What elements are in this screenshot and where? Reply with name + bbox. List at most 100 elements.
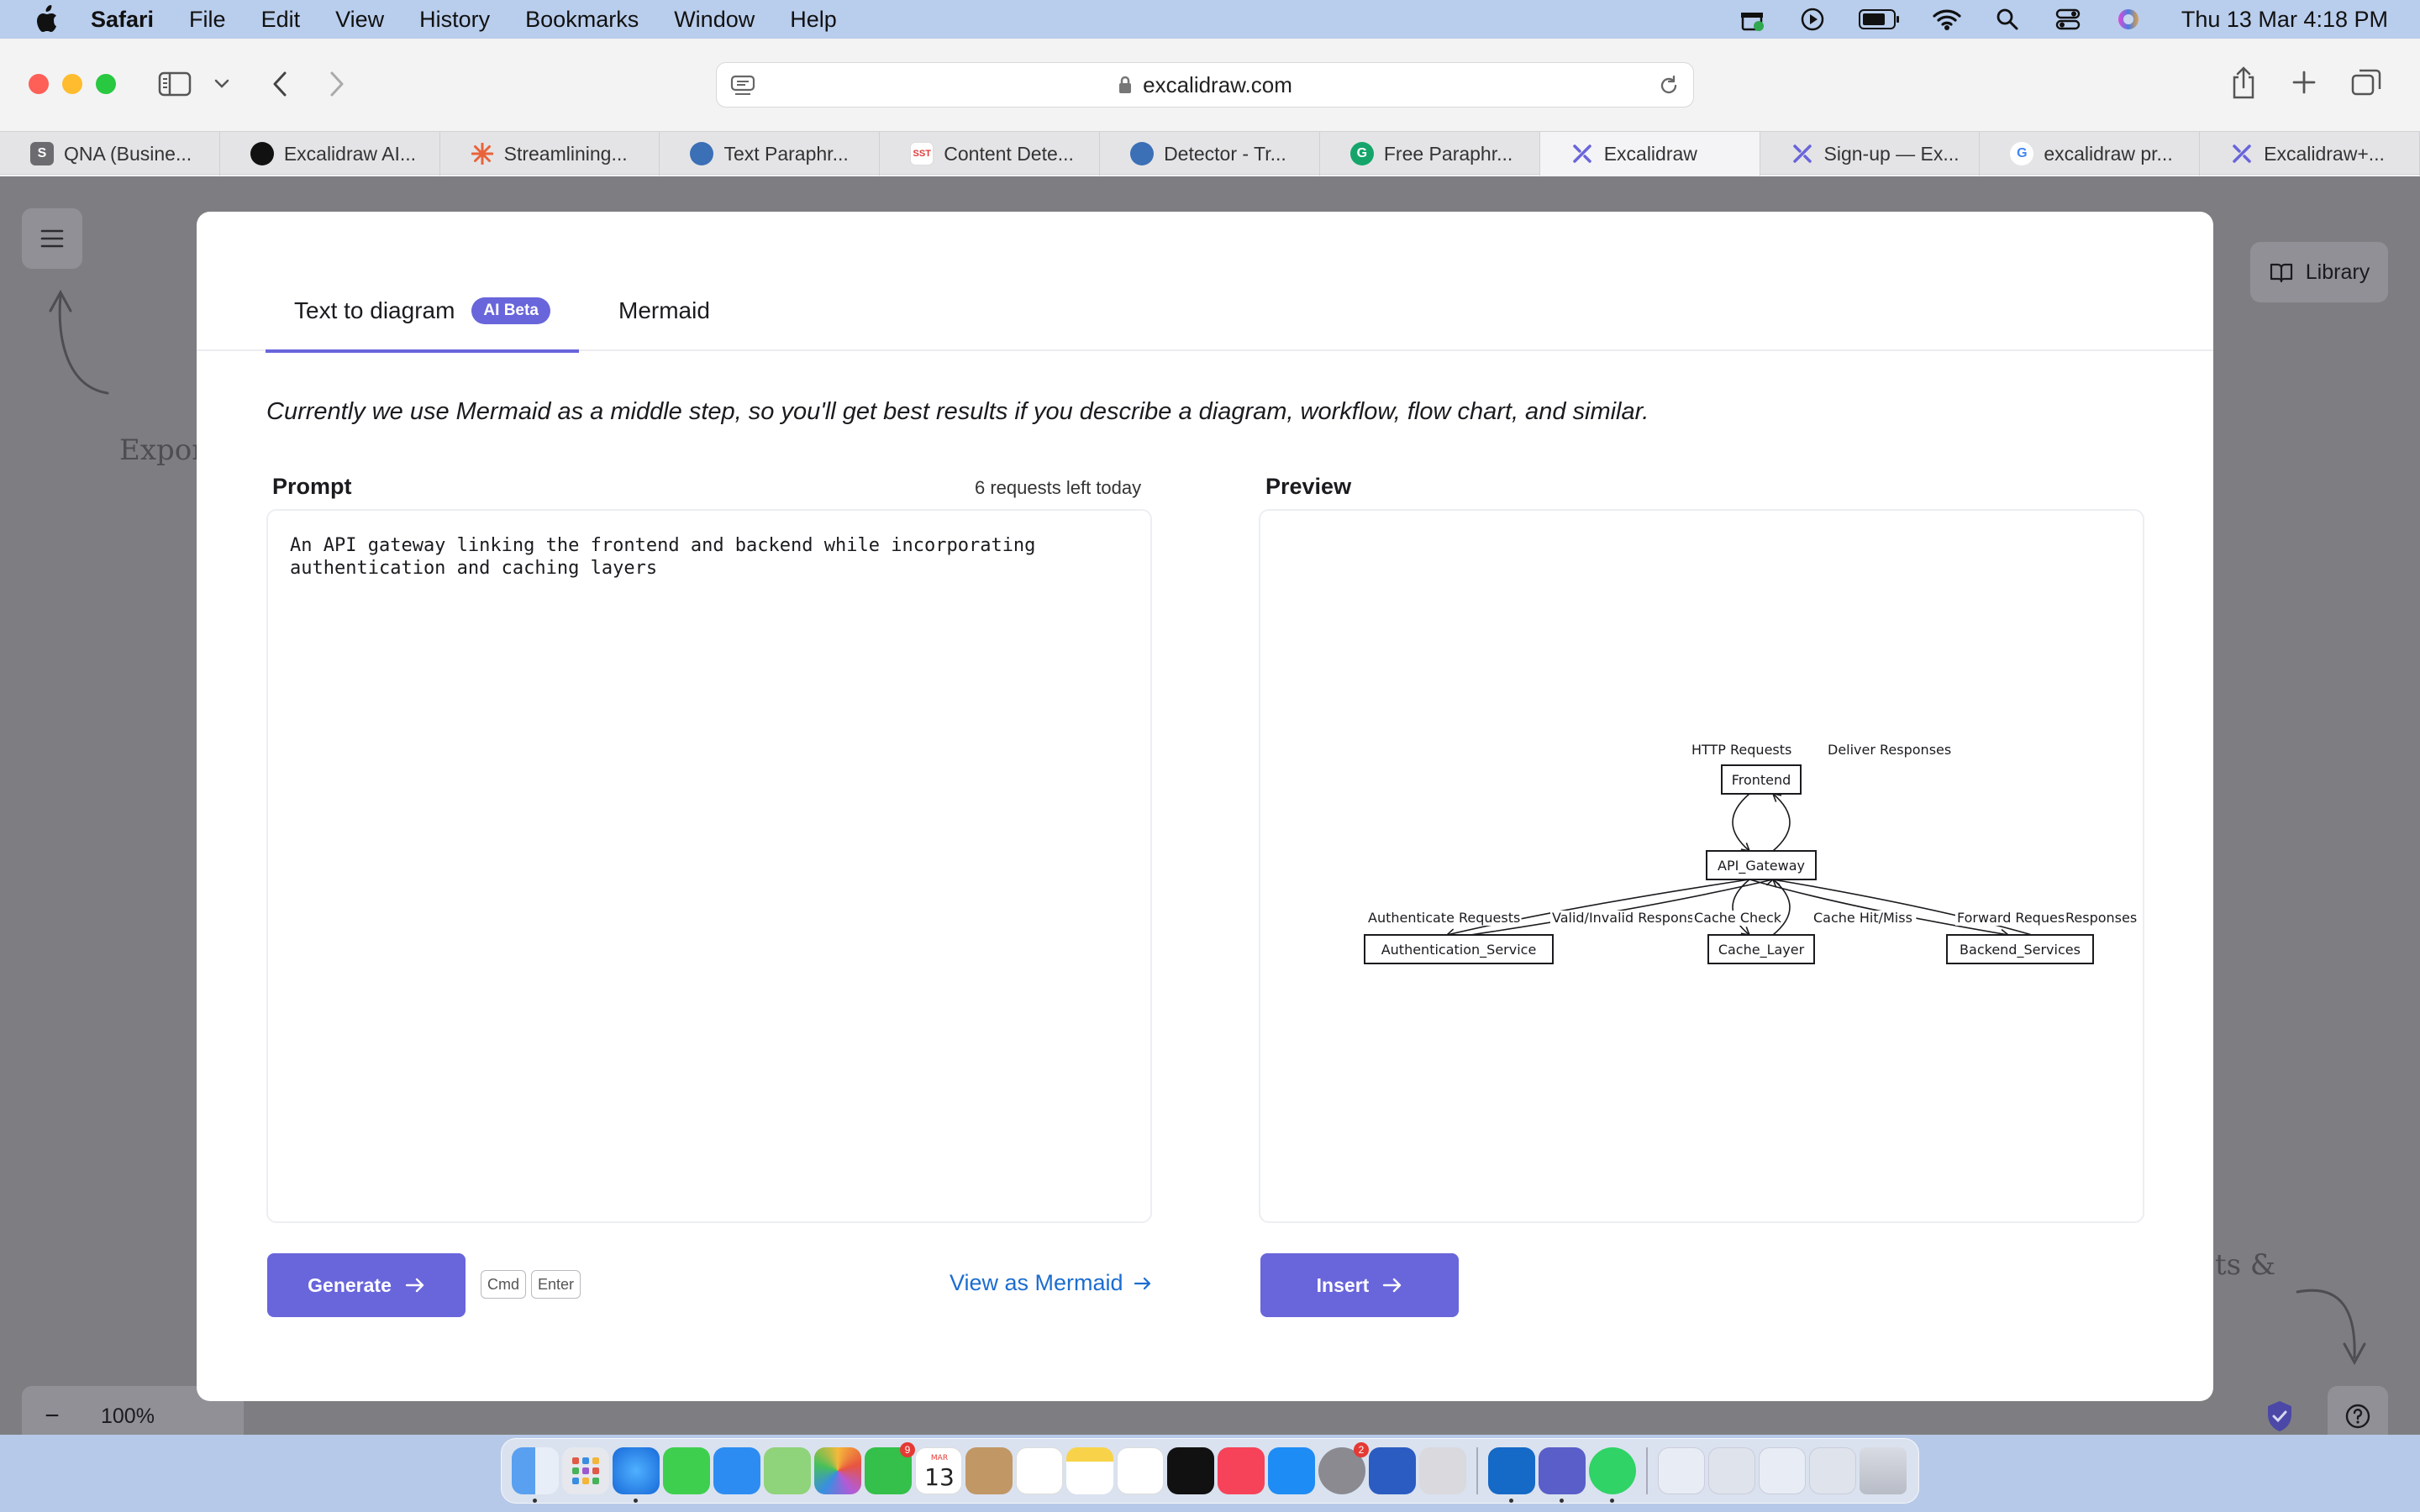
recent-window-thumbnail-icon[interactable] (1708, 1447, 1755, 1494)
reload-icon[interactable] (1658, 75, 1680, 102)
browser-toolbar: excalidraw.com (0, 39, 2420, 131)
menu-clock[interactable]: Thu 13 Mar 4:18 PM (2181, 7, 2388, 33)
battery-icon[interactable] (1858, 7, 1901, 32)
tab-label: Content Dete... (944, 142, 1074, 165)
main-menu-button[interactable] (22, 208, 82, 269)
music-icon[interactable] (1218, 1447, 1265, 1494)
tab-text-to-diagram[interactable]: Text to diagram AI Beta (266, 270, 579, 353)
zoom-window-button[interactable] (96, 74, 116, 94)
share-icon[interactable] (2228, 64, 2259, 101)
siri-icon[interactable] (2114, 7, 2143, 32)
browser-tab-7-active[interactable]: Excalidraw (1539, 132, 1760, 176)
browser-tab-8[interactable]: Sign-up — Ex... (1760, 132, 1981, 176)
browser-tab-2[interactable]: Streamlining... (440, 132, 660, 176)
tab-mermaid[interactable]: Mermaid (602, 270, 727, 351)
reminders-icon[interactable] (1016, 1447, 1063, 1494)
generate-button[interactable]: Generate (267, 1253, 466, 1317)
whatsapp-icon[interactable] (1589, 1447, 1636, 1503)
iphone-mirroring-icon[interactable] (1419, 1447, 1466, 1494)
maps-icon[interactable] (764, 1447, 811, 1494)
apple-menu-icon[interactable] (34, 5, 64, 34)
claude-favicon-icon (471, 142, 494, 165)
menu-help[interactable]: Help (790, 7, 837, 33)
tab-favicon-icon: S (30, 142, 54, 165)
zoom-out-button[interactable]: − (22, 1402, 82, 1431)
diagram-edge-label: Valid/Invalid Response (1552, 910, 1702, 926)
prompt-textarea[interactable]: An API gateway linking the frontend and … (266, 509, 1152, 1223)
safari-icon[interactable] (613, 1447, 660, 1503)
finder-icon[interactable] (512, 1447, 559, 1503)
brain-favicon-icon (690, 142, 714, 165)
tab-label: Detector - Tr... (1164, 142, 1286, 165)
recent-window-thumbnail-icon[interactable] (1809, 1447, 1856, 1494)
app-store-icon[interactable] (1268, 1447, 1315, 1494)
close-window-button[interactable] (29, 74, 49, 94)
browser-tab-9[interactable]: G excalidraw pr... (1980, 132, 2201, 176)
address-bar[interactable]: excalidraw.com (716, 62, 1694, 108)
menu-edit[interactable]: Edit (261, 7, 301, 33)
shield-icon[interactable] (2265, 1399, 2294, 1435)
facetime-icon[interactable]: 9 (865, 1442, 915, 1494)
insert-button[interactable]: Insert (1260, 1253, 1459, 1317)
menu-history[interactable]: History (419, 7, 490, 33)
zoom-level-text[interactable]: 100% (101, 1404, 155, 1429)
gift-status-icon[interactable] (1738, 7, 1766, 32)
spotlight-search-icon[interactable] (1993, 7, 2022, 32)
menu-window[interactable]: Window (674, 7, 755, 33)
browser-tab-5[interactable]: Detector - Tr... (1100, 132, 1320, 176)
back-arrow-icon[interactable] (267, 69, 292, 99)
arrow-right-icon (1134, 1277, 1150, 1289)
outlook-icon[interactable] (1488, 1447, 1535, 1503)
apple-tv-icon[interactable] (1167, 1447, 1214, 1494)
browser-tab-0[interactable]: S QNA (Busine... (0, 132, 220, 176)
url-text: excalidraw.com (1143, 71, 1292, 97)
forward-arrow-icon[interactable] (324, 69, 350, 99)
recent-window-thumbnail-icon[interactable] (1658, 1447, 1705, 1494)
library-button[interactable]: Library (2250, 242, 2388, 302)
menu-file[interactable]: File (189, 7, 226, 33)
photos-icon[interactable] (814, 1447, 861, 1494)
play-circle-icon[interactable] (1798, 7, 1827, 32)
diagram-preview-canvas[interactable]: HTTP Requests Deliver Responses Authentica… (1259, 509, 2144, 1223)
browser-tab-4[interactable]: SST Content Dete... (880, 132, 1101, 176)
sidebar-toggle-icon[interactable] (156, 69, 193, 99)
menu-view[interactable]: View (335, 7, 384, 33)
page-menu-icon[interactable] (730, 75, 755, 102)
help-button[interactable] (2328, 1386, 2388, 1435)
menu-safari[interactable]: Safari (91, 7, 154, 33)
chevron-down-icon[interactable] (212, 76, 232, 92)
teams-icon[interactable] (1539, 1447, 1586, 1503)
kbd-cmd: Cmd (481, 1270, 527, 1299)
browser-tab-10[interactable]: Excalidraw+... (2200, 132, 2420, 176)
recent-window-thumbnail-icon[interactable] (1759, 1447, 1806, 1494)
menu-bookmarks[interactable]: Bookmarks (525, 7, 639, 33)
insert-label: Insert (1316, 1273, 1370, 1296)
lock-icon (1118, 75, 1133, 95)
minimize-window-button[interactable] (62, 74, 82, 94)
control-center-icon[interactable] (2054, 7, 2082, 32)
export-hint-arrow-icon (49, 289, 109, 395)
mail-icon[interactable] (713, 1447, 760, 1494)
requests-left-text: 6 requests left today (975, 477, 1142, 498)
diagram-edge-label: Cache Hit/Miss (1813, 910, 1912, 926)
diagram-node-label: Cache_Layer (1718, 942, 1805, 958)
view-as-mermaid-link[interactable]: View as Mermaid (950, 1270, 1152, 1296)
diagram-edge-label: Authenticate Requests (1368, 910, 1520, 926)
new-tab-plus-icon[interactable] (2289, 67, 2319, 97)
messages-icon[interactable] (663, 1447, 710, 1494)
browser-tab-1[interactable]: Excalidraw AI... (220, 132, 440, 176)
tab-label: Excalidraw+... (2264, 142, 2385, 165)
notes-icon[interactable] (1066, 1447, 1113, 1494)
system-settings-icon[interactable]: 2 (1318, 1442, 1369, 1494)
launchpad-icon[interactable] (562, 1447, 609, 1494)
browser-tab-3[interactable]: Text Paraphr... (660, 132, 881, 176)
word-icon[interactable] (1369, 1447, 1416, 1494)
wifi-icon[interactable] (1933, 7, 1961, 32)
tab-mermaid-label: Mermaid (618, 297, 710, 323)
trash-icon[interactable] (1860, 1447, 1907, 1494)
calendar-icon[interactable]: MAR 13 (915, 1447, 962, 1494)
browser-tab-6[interactable]: G Free Paraphr... (1320, 132, 1540, 176)
contacts-icon[interactable] (965, 1447, 1013, 1494)
tab-overview-icon[interactable] (2349, 67, 2383, 97)
freeform-icon[interactable] (1117, 1447, 1164, 1494)
